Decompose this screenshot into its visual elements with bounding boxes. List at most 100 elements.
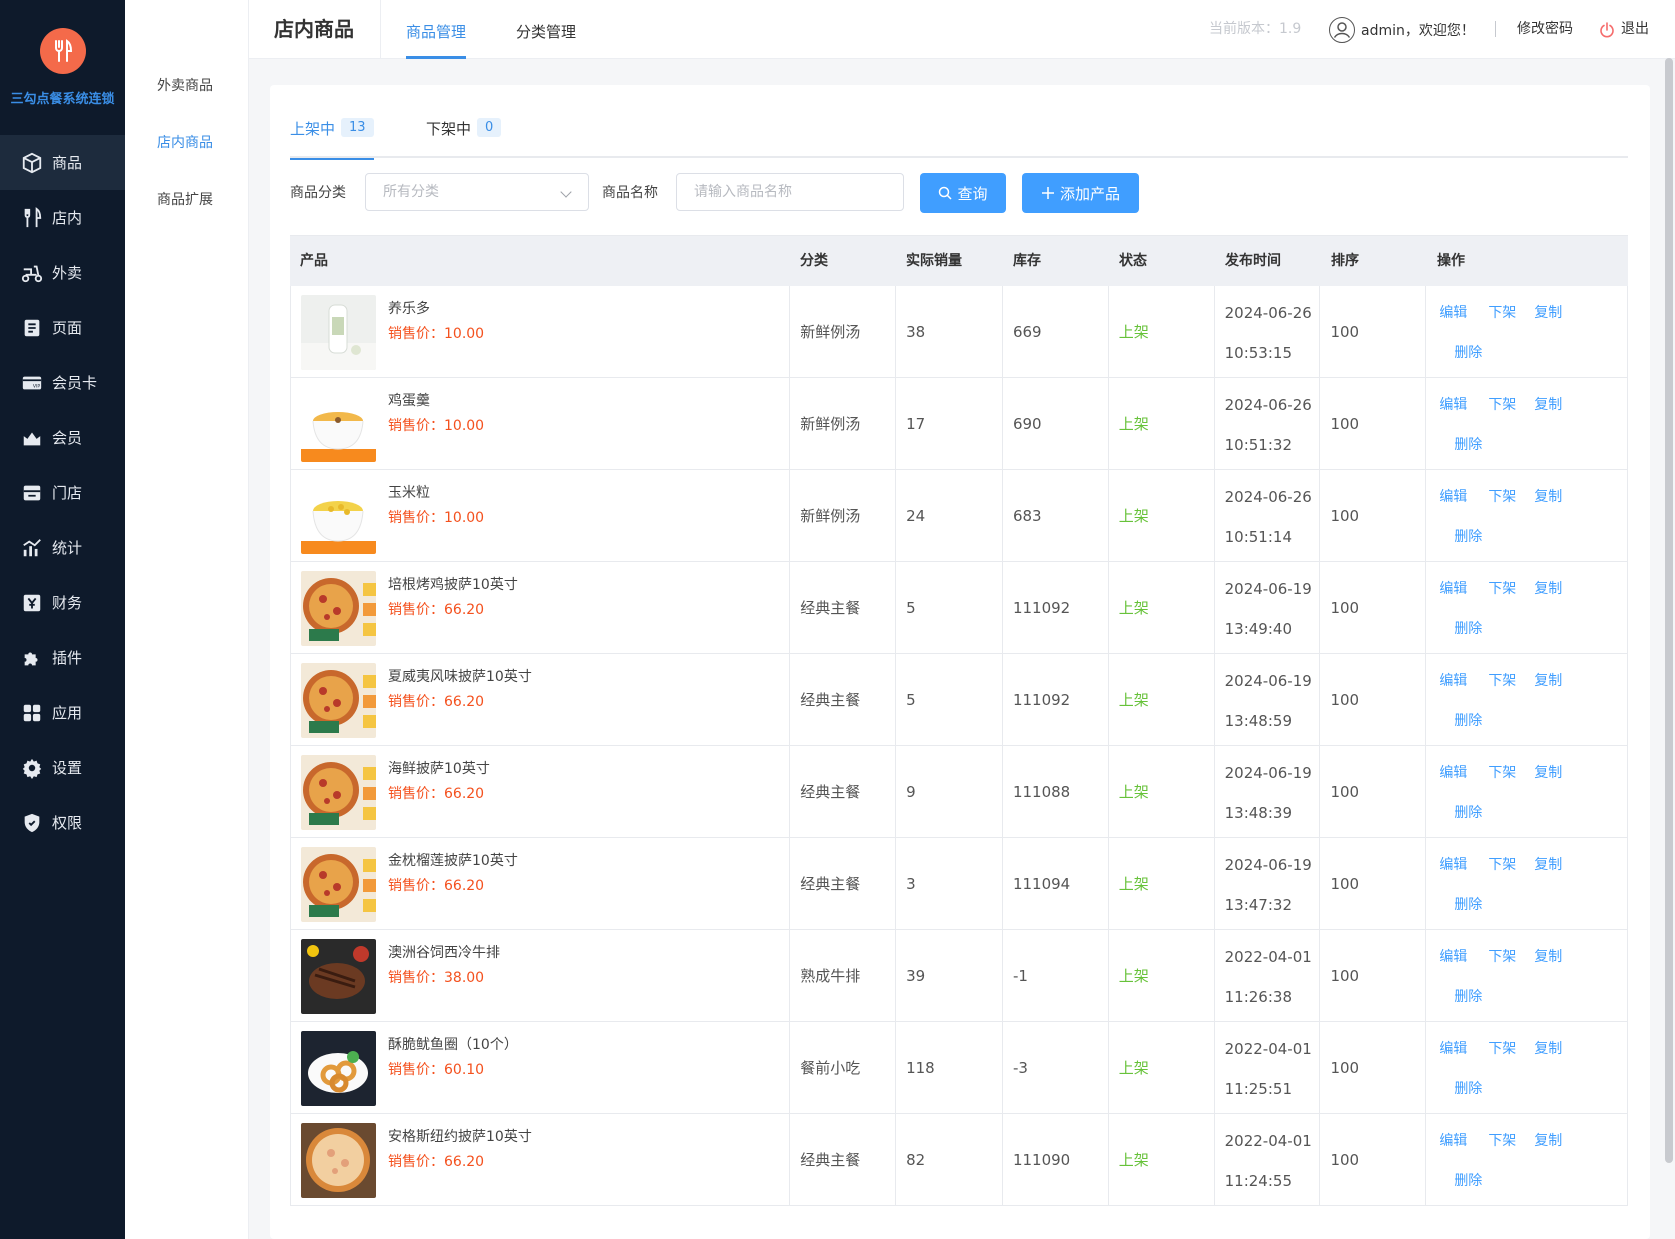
edit-link[interactable]: 编辑 xyxy=(1439,1038,1467,1058)
category-cell: 经典主餐 xyxy=(790,654,897,745)
copy-link[interactable]: 复制 xyxy=(1534,302,1562,322)
offshelf-link[interactable]: 下架 xyxy=(1488,486,1516,506)
page-scrollbar[interactable] xyxy=(1665,58,1673,1163)
category-cell: 经典主餐 xyxy=(790,562,897,653)
sidebar-item[interactable]: 设置 xyxy=(0,740,125,795)
edit-link[interactable]: 编辑 xyxy=(1439,302,1467,322)
delete-link[interactable]: 删除 xyxy=(1454,986,1482,1006)
offshelf-link[interactable]: 下架 xyxy=(1488,670,1516,690)
copy-link[interactable]: 复制 xyxy=(1534,394,1562,414)
delete-link[interactable]: 删除 xyxy=(1454,526,1482,546)
copy-link[interactable]: 复制 xyxy=(1534,854,1562,874)
logout-button[interactable]: 退出 xyxy=(1599,0,1649,59)
copy-link[interactable]: 复制 xyxy=(1534,578,1562,598)
offshelf-link[interactable]: 下架 xyxy=(1488,578,1516,598)
submenu-item[interactable]: 商品扩展 xyxy=(125,172,248,229)
publish-clock: 11:24:55 xyxy=(1224,1172,1292,1190)
stock-value: -3 xyxy=(1012,1059,1028,1077)
header-divider xyxy=(1495,21,1496,37)
delete-link[interactable]: 删除 xyxy=(1454,802,1482,822)
table-row: 鸡蛋羹 销售价：10.00 新鲜例汤 17 690 上架 2024-06-26 10:51:3… xyxy=(290,378,1628,470)
tab-on-shelf[interactable]: 上架中 13 xyxy=(290,118,374,160)
column-header: 操作 xyxy=(1437,253,1465,269)
sort-cell: 100 xyxy=(1320,654,1427,745)
category-select[interactable]: 所有分类 xyxy=(365,173,589,211)
sidebar-item[interactable]: 权限 xyxy=(0,795,125,850)
submenu-item[interactable]: 店内商品 xyxy=(125,115,248,172)
sidebar-item[interactable]: VIP 会员卡 xyxy=(0,355,125,410)
operations-cell: 编辑 下架 复制删除 xyxy=(1426,562,1627,653)
publish-date: 2022-04-01 xyxy=(1224,948,1312,966)
sidebar-item-label: 会员 xyxy=(52,429,83,447)
offshelf-link[interactable]: 下架 xyxy=(1488,394,1516,414)
offshelf-link[interactable]: 下架 xyxy=(1488,302,1516,322)
offshelf-link[interactable]: 下架 xyxy=(1488,946,1516,966)
edit-link[interactable]: 编辑 xyxy=(1439,854,1467,874)
edit-link[interactable]: 编辑 xyxy=(1439,486,1467,506)
operations-cell: 编辑 下架 复制删除 xyxy=(1426,378,1627,469)
sidebar-item[interactable]: 外卖 xyxy=(0,245,125,300)
offshelf-link[interactable]: 下架 xyxy=(1488,1038,1516,1058)
publish-date: 2024-06-19 xyxy=(1224,580,1312,598)
product-thumbnail xyxy=(301,1123,376,1198)
category-value: 经典主餐 xyxy=(800,691,861,709)
edit-link[interactable]: 编辑 xyxy=(1439,762,1467,782)
sort-cell: 100 xyxy=(1320,286,1427,377)
sidebar-item[interactable]: 商品 xyxy=(0,135,125,190)
delete-link[interactable]: 删除 xyxy=(1454,342,1482,362)
copy-link[interactable]: 复制 xyxy=(1534,762,1562,782)
tab-off-shelf[interactable]: 下架中 0 xyxy=(426,118,502,158)
add-product-button[interactable]: 添加产品 xyxy=(1022,173,1139,213)
sidebar-item[interactable]: 门店 xyxy=(0,465,125,520)
gear-icon xyxy=(20,756,44,780)
content-card: 上架中 13 下架中 0 商品分类 所有分类 商品名称 请输入商品名称 查询 添… xyxy=(270,85,1650,1239)
operations-cell: 编辑 下架 复制删除 xyxy=(1426,1022,1627,1113)
stock-value: 669 xyxy=(1012,323,1042,341)
submenu-item[interactable]: 外卖商品 xyxy=(125,58,248,115)
sidebar-item[interactable]: 财务 xyxy=(0,575,125,630)
publish-date: 2024-06-26 xyxy=(1224,304,1312,322)
copy-link[interactable]: 复制 xyxy=(1534,486,1562,506)
delete-link[interactable]: 删除 xyxy=(1454,1170,1482,1190)
delete-link[interactable]: 删除 xyxy=(1454,1078,1482,1098)
sidebar-item[interactable]: 统计 xyxy=(0,520,125,575)
copy-link[interactable]: 复制 xyxy=(1534,670,1562,690)
sidebar-item[interactable]: 应用 xyxy=(0,685,125,740)
stock-value: -1 xyxy=(1012,967,1028,985)
product-name-input[interactable]: 请输入商品名称 xyxy=(676,173,904,211)
copy-link[interactable]: 复制 xyxy=(1534,1038,1562,1058)
user-info[interactable]: admin，欢迎您！ xyxy=(1329,17,1475,43)
sort-cell: 100 xyxy=(1320,1022,1427,1113)
operations-cell: 编辑 下架 复制删除 xyxy=(1426,654,1627,745)
sidebar-item[interactable]: 页面 xyxy=(0,300,125,355)
delete-link[interactable]: 删除 xyxy=(1454,434,1482,454)
publish-clock: 13:47:32 xyxy=(1224,896,1292,914)
sidebar-item[interactable]: 店内 xyxy=(0,190,125,245)
sort-value: 100 xyxy=(1330,323,1360,341)
edit-link[interactable]: 编辑 xyxy=(1439,578,1467,598)
column-header: 状态 xyxy=(1119,253,1147,269)
sidebar-item[interactable]: 会员 xyxy=(0,410,125,465)
copy-link[interactable]: 复制 xyxy=(1534,946,1562,966)
delete-link[interactable]: 删除 xyxy=(1454,710,1482,730)
edit-link[interactable]: 编辑 xyxy=(1439,394,1467,414)
product-thumbnail xyxy=(301,663,376,738)
stock-value: 111094 xyxy=(1012,875,1071,893)
delete-link[interactable]: 删除 xyxy=(1454,618,1482,638)
tab-product-management[interactable]: 商品管理 xyxy=(406,0,467,59)
tab-category-management[interactable]: 分类管理 xyxy=(516,0,576,59)
product-price: 销售价：10.00 xyxy=(388,326,485,342)
copy-link[interactable]: 复制 xyxy=(1534,1130,1562,1150)
offshelf-link[interactable]: 下架 xyxy=(1488,854,1516,874)
sidebar-item[interactable]: 插件 xyxy=(0,630,125,685)
offshelf-link[interactable]: 下架 xyxy=(1488,1130,1516,1150)
edit-link[interactable]: 编辑 xyxy=(1439,946,1467,966)
change-password-link[interactable]: 修改密码 xyxy=(1517,0,1573,59)
edit-link[interactable]: 编辑 xyxy=(1439,1130,1467,1150)
offshelf-link[interactable]: 下架 xyxy=(1488,762,1516,782)
search-button[interactable]: 查询 xyxy=(920,173,1006,213)
status-value: 上架 xyxy=(1118,691,1149,709)
stock-cell: 683 xyxy=(1003,470,1109,561)
delete-link[interactable]: 删除 xyxy=(1454,894,1482,914)
edit-link[interactable]: 编辑 xyxy=(1439,670,1467,690)
